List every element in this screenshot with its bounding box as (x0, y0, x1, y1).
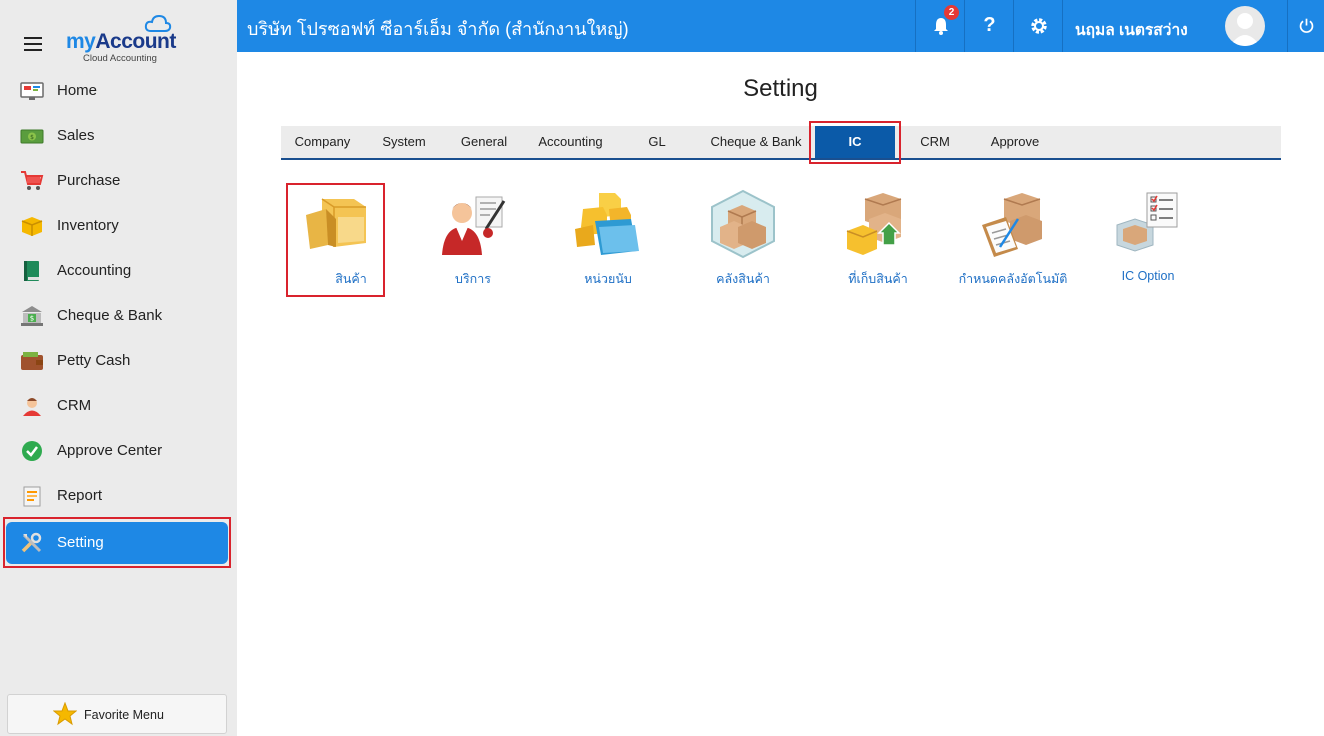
tile-ic-option[interactable]: IC Option (1093, 185, 1203, 295)
user-menu[interactable]: นฤมล เนตรสว่าง (1062, 0, 1287, 52)
tab-approve[interactable]: Approve (975, 126, 1055, 158)
product-tile-highlight-box (286, 183, 385, 297)
sidebar-item-cheque-bank[interactable]: $ Cheque & Bank (6, 295, 228, 337)
myaccount-logo[interactable]: myAccount Cloud Accounting (66, 14, 186, 66)
warehouse-icon (711, 189, 775, 259)
tab-cheque-bank[interactable]: Cheque & Bank (697, 126, 815, 158)
cash-icon: $ (20, 129, 44, 144)
company-name: บริษัท โปรซอฟท์ ซีอาร์เอ็ม จำกัด (สำนักง… (247, 19, 629, 39)
tab-gl[interactable]: GL (617, 126, 697, 158)
wallet-icon (21, 352, 43, 370)
help-button[interactable]: ? (964, 0, 1013, 52)
settings-tab-bar: Company System General Accounting GL Che… (281, 126, 1281, 160)
tab-accounting[interactable]: Accounting (524, 126, 617, 158)
user-name: นฤมล เนตรสว่าง (1075, 22, 1188, 39)
hamburger-menu-icon[interactable] (24, 37, 42, 51)
box-icon (21, 217, 43, 236)
ic-tab-highlight-box (809, 121, 901, 164)
notifications-button[interactable]: 2 (915, 0, 964, 52)
tile-label: คลังสินค้า (716, 272, 770, 286)
logo-my: my (66, 30, 96, 53)
help-icon: ? (983, 14, 996, 36)
tile-label: หน่วยนับ (584, 272, 632, 286)
tile-storage-location[interactable]: ที่เก็บสินค้า (823, 185, 933, 295)
logo-account: Account (95, 30, 176, 53)
sidebar-item-label: Home (57, 82, 98, 99)
tile-label: IC Option (1121, 269, 1175, 283)
brand-area: myAccount Cloud Accounting (0, 0, 237, 70)
tile-service[interactable]: บริการ (418, 185, 528, 295)
sidebar-item-label: Report (57, 487, 103, 504)
tile-warehouse[interactable]: คลังสินค้า (688, 185, 798, 295)
tile-label: ที่เก็บสินค้า (848, 272, 908, 286)
sidebar-item-accounting[interactable]: Accounting (6, 250, 228, 292)
ic-option-checklist-icon (1116, 192, 1178, 252)
tile-label: บริการ (455, 272, 491, 286)
sidebar-item-approve-center[interactable]: Approve Center (6, 430, 228, 472)
star-icon (53, 702, 77, 726)
tile-label: กำหนดคลังอัตโนมัติ (958, 272, 1068, 286)
top-bar: บริษัท โปรซอฟท์ ซีอาร์เอ็ม จำกัด (สำนักง… (237, 0, 1324, 52)
sidebar-item-label: Purchase (57, 172, 121, 189)
page-title: Setting (743, 75, 818, 102)
setting-highlight-box (3, 517, 231, 568)
sidebar-item-label: Sales (57, 127, 95, 144)
sidebar: myAccount Cloud Accounting Home $ Sales … (0, 0, 237, 736)
gear-icon (1031, 18, 1047, 34)
bank-icon: $ (21, 306, 43, 326)
sidebar-item-label: Petty Cash (57, 352, 131, 369)
tab-crm[interactable]: CRM (895, 126, 975, 158)
tab-system[interactable]: System (364, 126, 444, 158)
home-monitor-icon (20, 82, 44, 100)
notification-count-badge: 2 (944, 5, 959, 20)
sidebar-item-sales[interactable]: $ Sales (6, 115, 228, 157)
storage-location-icon (846, 193, 902, 255)
report-icon (23, 486, 41, 507)
sidebar-item-petty-cash[interactable]: Petty Cash (6, 340, 228, 382)
tab-general[interactable]: General (444, 126, 524, 158)
people-icon (23, 398, 41, 416)
service-person-icon (442, 196, 506, 255)
svg-text:$: $ (30, 134, 34, 141)
app-window: myAccount Cloud Accounting Home $ Sales … (0, 0, 1324, 736)
sidebar-item-inventory[interactable]: Inventory (6, 205, 228, 247)
sidebar-item-report[interactable]: Report (6, 475, 228, 517)
avatar[interactable] (1225, 6, 1265, 46)
unit-boxes-folder-icon (575, 193, 639, 255)
sidebar-item-label: Approve Center (57, 442, 163, 459)
sidebar-item-crm[interactable]: CRM (6, 385, 228, 427)
sidebar-item-home[interactable]: Home (6, 70, 228, 112)
settings-gear-button[interactable] (1013, 0, 1062, 52)
tab-company[interactable]: Company (281, 126, 364, 158)
sidebar-item-purchase[interactable]: Purchase (6, 160, 228, 202)
user-avatar-icon (1230, 13, 1260, 46)
logo-tagline: Cloud Accounting (83, 53, 157, 64)
sidebar-item-label: CRM (57, 397, 92, 414)
auto-warehouse-icon (982, 193, 1042, 257)
check-circle-icon (22, 441, 42, 461)
sidebar-item-label: Inventory (57, 217, 119, 234)
svg-text:$: $ (30, 315, 34, 323)
ledger-book-icon (24, 261, 39, 281)
cart-icon (21, 171, 44, 190)
tile-unit[interactable]: หน่วยนับ (553, 185, 663, 295)
favorite-menu-button[interactable]: Favorite Menu (7, 694, 227, 734)
power-icon (1299, 18, 1314, 33)
favorite-menu-label: Favorite Menu (84, 708, 164, 722)
sidebar-item-label: Accounting (57, 262, 132, 279)
tile-auto-warehouse[interactable]: กำหนดคลังอัตโนมัติ (953, 185, 1073, 295)
sidebar-item-label: Cheque & Bank (57, 307, 163, 324)
logout-button[interactable] (1287, 0, 1324, 52)
